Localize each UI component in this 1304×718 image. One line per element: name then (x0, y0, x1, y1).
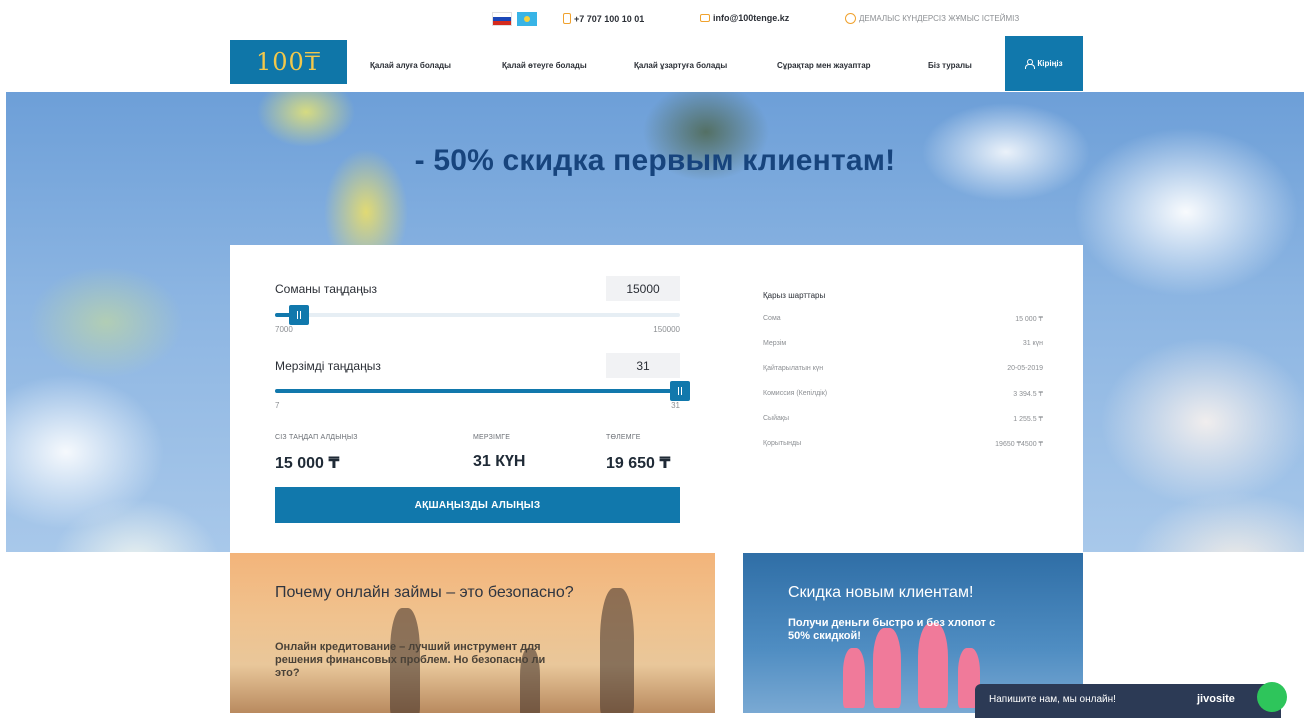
chat-brand: jivosite (1197, 693, 1235, 705)
summary-term-value: 31 КҮН (473, 453, 526, 470)
amount-max: 150000 (653, 325, 680, 334)
user-icon (1025, 59, 1036, 69)
term-row-value: 1 255.5 ₸ (1013, 416, 1043, 423)
amount-slider[interactable] (275, 305, 680, 325)
amount-slider-handle[interactable] (289, 305, 310, 325)
loan-terms-title: Қарыз шарттары (763, 291, 826, 300)
phone-contact[interactable]: +7 707 100 10 01 (563, 13, 644, 24)
email-contact[interactable]: info@100tenge.kz (700, 13, 789, 23)
hero-title: - 50% скидка первым клиентам! (414, 144, 896, 177)
clock-icon (845, 13, 856, 24)
working-hours-text: ДЕМАЛЫС КҮНДЕРСІЗ ЖҰМЫС ІСТЕЙМІЗ (859, 14, 1020, 23)
nav-faq[interactable]: Сұрақтар мен жауаптар (777, 61, 871, 70)
term-slider-fill (275, 389, 680, 393)
term-row-value: 20-05-2019 (1007, 365, 1043, 372)
site-logo[interactable]: 100₸ (230, 40, 347, 84)
term-label: Мерзімді таңдаңыз (275, 359, 381, 373)
term-row-label: Қайтарылатын күн (763, 365, 824, 372)
term-row-commission: Комиссия (Кепілдік) 3 394.5 ₸ (763, 390, 1043, 404)
term-row-return-date: Қайтарылатын күн 20-05-2019 (763, 365, 1043, 379)
term-row-label: Комиссия (Кепілдік) (763, 390, 828, 397)
amount-label: Соманы таңдаңыз (275, 282, 377, 296)
nav-how-to-get[interactable]: Қалай алуға болады (370, 61, 451, 70)
term-row-value: 31 күн (1022, 340, 1043, 347)
promo-safety-text: Онлайн кредитование – лучший инструмент … (275, 641, 546, 679)
mail-icon (700, 14, 710, 22)
chat-prompt: Напишите нам, мы онлайн! (989, 694, 1116, 705)
promo-safety-title: Почему онлайн займы – это безопасно? (275, 584, 574, 601)
term-slider[interactable] (275, 381, 690, 401)
term-row-label: Қорытынды (763, 440, 802, 447)
term-row-label: Сома (763, 315, 781, 322)
term-input[interactable]: 31 (606, 353, 680, 378)
top-bar: +7 707 100 10 01 info@100tenge.kz ДЕМАЛЫ… (0, 0, 1304, 36)
term-row-duration: Мерзім 31 күн (763, 340, 1043, 354)
term-row-reward: Сыйақы 1 255.5 ₸ (763, 415, 1043, 429)
get-money-button[interactable]: АҚШАҢЫЗДЫ АЛЫҢЫЗ (275, 487, 680, 523)
main-nav: 100₸ Қалай алуға болады Қалай өтеуге бол… (0, 36, 1304, 91)
term-row-value: 15 000 ₸ (1015, 316, 1043, 323)
term-min: 7 (275, 401, 280, 410)
family-silhouette-image (600, 588, 634, 713)
chat-online-indicator-icon (1257, 682, 1287, 712)
login-label: Кіріңіз (1037, 59, 1063, 68)
working-hours: ДЕМАЛЫС КҮНДЕРСІЗ ЖҰМЫС ІСТЕЙМІЗ (845, 13, 1019, 24)
term-slider-handle[interactable] (670, 381, 690, 401)
nav-how-to-extend[interactable]: Қалай ұзартуға болады (634, 61, 727, 70)
promo-safety-card[interactable]: Почему онлайн займы – это безопасно? Онл… (230, 553, 715, 713)
term-max: 31 (671, 401, 680, 410)
promo-discount-text: Получи деньги быстро и без хлопот с 50% … (788, 617, 996, 642)
promo-discount-title: Скидка новым клиентам! (788, 584, 974, 601)
paper-family-image (843, 648, 865, 708)
login-button[interactable]: Кіріңіз (1005, 36, 1083, 91)
term-row-amount: Сома 15 000 ₸ (763, 315, 1043, 329)
term-row-total: Қорытынды 19650 ₸4500 ₸ (763, 440, 1043, 454)
summary-payment-value: 19 650 ₸ (606, 455, 671, 472)
term-row-label: Сыйақы (763, 415, 789, 422)
amount-input[interactable]: 15000 (606, 276, 680, 301)
summary-amount-label: СІЗ ТАҢДАП АЛДЫҢЫЗ (275, 434, 358, 441)
term-row-label: Мерзім (763, 340, 787, 347)
term-row-value: 3 394.5 ₸ (1013, 391, 1043, 398)
summary-payment-label: ТӨЛЕМГЕ (606, 434, 641, 441)
summary-amount-value: 15 000 ₸ (275, 455, 340, 472)
amount-min: 7000 (275, 325, 293, 334)
term-row-value: 19650 ₸4500 ₸ (995, 441, 1043, 448)
nav-how-to-repay[interactable]: Қалай өтеуге болады (502, 61, 587, 70)
loan-calculator: Соманы таңдаңыз 15000 7000 150000 Мерзім… (230, 245, 1083, 552)
email-address[interactable]: info@100tenge.kz (713, 13, 789, 23)
phone-icon (563, 13, 571, 24)
russian-flag-icon[interactable] (492, 12, 512, 26)
nav-about[interactable]: Біз туралы (928, 61, 972, 70)
kazakh-flag-icon[interactable] (517, 12, 537, 26)
phone-number[interactable]: +7 707 100 10 01 (574, 14, 644, 24)
summary-term-label: МЕРЗІМГЕ (473, 434, 511, 441)
